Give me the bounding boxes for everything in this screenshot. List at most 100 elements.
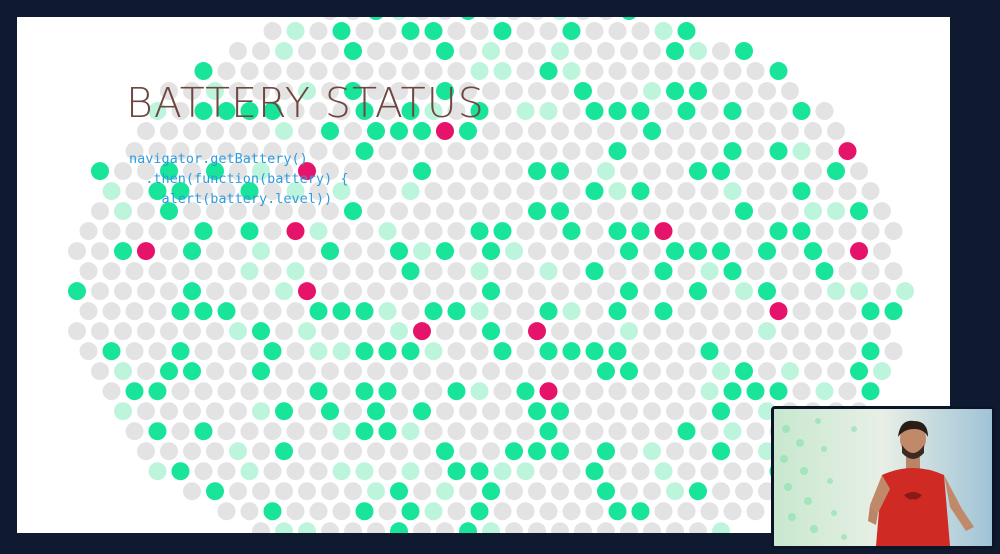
pattern-dot: [367, 402, 385, 421]
pattern-dot: [838, 342, 857, 361]
pattern-dot: [378, 502, 397, 521]
pattern-dot: [194, 462, 213, 481]
pattern-dot: [102, 342, 121, 361]
pattern-dot: [505, 442, 523, 461]
pattern-dot: [654, 62, 673, 81]
pattern-dot: [643, 202, 661, 221]
pattern-dot: [229, 362, 247, 381]
pattern-dot: [263, 502, 282, 521]
pattern-dot: [562, 62, 581, 81]
pattern-dot: [677, 462, 696, 481]
pattern-dot: [562, 462, 581, 481]
pattern-dot: [735, 362, 753, 381]
pattern-dot: [608, 382, 627, 401]
pattern-dot: [599, 17, 613, 20]
pattern-dot: [620, 282, 638, 301]
pattern-dot: [551, 362, 569, 381]
pattern-dot: [401, 462, 420, 481]
pattern-dot: [689, 442, 707, 461]
pattern-dot: [194, 302, 213, 321]
pattern-dot: [355, 462, 374, 481]
pattern-dot: [597, 522, 615, 533]
pattern-dot: [677, 302, 696, 321]
pattern-dot: [171, 462, 190, 481]
pattern-dot: [631, 382, 650, 401]
pattern-dot: [712, 482, 730, 501]
pattern-dot: [91, 202, 109, 221]
pattern-dot: [827, 322, 845, 341]
pattern-dot: [493, 382, 512, 401]
pattern-dot: [286, 262, 305, 281]
pattern-dot: [482, 482, 500, 501]
pattern-dot: [436, 282, 454, 301]
pattern-dot: [125, 422, 144, 441]
pattern-dot: [608, 142, 627, 161]
pattern-dot: [746, 302, 765, 321]
video-frame: BATTERY STATUS navigator.getBattery() .t…: [0, 0, 1000, 554]
pattern-dot: [574, 162, 592, 181]
pattern-dot: [654, 382, 673, 401]
pattern-dot: [447, 342, 466, 361]
pattern-dot: [723, 102, 742, 121]
pattern-dot: [804, 322, 822, 341]
pattern-dot: [861, 302, 880, 321]
pattern-dot: [666, 122, 684, 141]
pattern-dot: [390, 522, 408, 533]
pattern-dot: [516, 462, 535, 481]
pattern-dot: [700, 422, 719, 441]
pattern-dot: [91, 322, 109, 341]
pattern-dot: [574, 282, 592, 301]
pattern-dot: [677, 422, 696, 441]
pattern-dot: [827, 162, 845, 181]
pattern-dot: [240, 422, 259, 441]
pattern-dot: [861, 262, 880, 281]
pattern-dot: [91, 242, 109, 261]
pattern-dot: [712, 42, 730, 61]
pattern-dot: [712, 522, 730, 533]
pattern-dot: [102, 182, 121, 201]
pattern-dot: [723, 142, 742, 161]
pattern-dot: [470, 342, 489, 361]
pattern-dot: [355, 22, 374, 41]
pattern-dot: [217, 342, 236, 361]
pattern-dot: [666, 362, 684, 381]
pattern-dot: [160, 402, 178, 421]
pattern-dot: [194, 422, 213, 441]
pattern-dot: [666, 322, 684, 341]
pattern-dot: [792, 302, 811, 321]
pattern-dot: [505, 242, 523, 261]
pattern-dot: [723, 422, 742, 441]
pattern-dot: [585, 302, 604, 321]
pattern-dot: [390, 442, 408, 461]
pattern-dot: [148, 382, 167, 401]
pattern-dot: [723, 222, 742, 241]
pattern-dot: [298, 482, 316, 501]
pattern-dot: [229, 242, 247, 261]
pattern-dot: [390, 242, 408, 261]
pattern-dot: [815, 222, 834, 241]
pattern-dot: [321, 362, 339, 381]
pattern-dot: [689, 362, 707, 381]
pattern-dot: [332, 262, 351, 281]
pattern-dot: [183, 402, 201, 421]
pattern-dot: [712, 242, 730, 261]
pattern-dot: [723, 462, 742, 481]
pattern-dot: [608, 182, 627, 201]
pattern-dot: [438, 17, 452, 20]
pattern-dot: [505, 402, 523, 421]
pattern-dot: [746, 262, 765, 281]
pattern-dot: [493, 342, 512, 361]
pattern-dot: [850, 202, 868, 221]
pattern-dot: [597, 482, 615, 501]
pattern-dot: [447, 502, 466, 521]
pattern-dot: [516, 342, 535, 361]
pattern-dot: [723, 342, 742, 361]
pattern-dot: [551, 322, 569, 341]
pattern-dot: [321, 322, 339, 341]
pattern-dot: [390, 202, 408, 221]
pattern-dot: [252, 442, 270, 461]
pattern-dot: [562, 422, 581, 441]
pattern-dot: [355, 262, 374, 281]
pattern-dot: [758, 322, 776, 341]
pattern-dot: [631, 462, 650, 481]
